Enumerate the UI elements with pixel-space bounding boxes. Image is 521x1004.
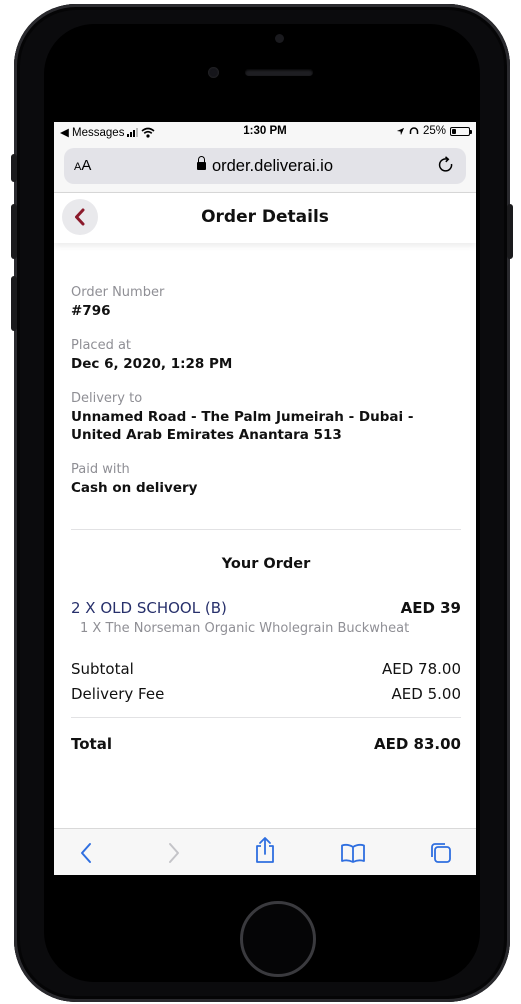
browser-toolbar <box>54 828 476 875</box>
page-title: Order Details <box>201 207 329 227</box>
url-display[interactable]: order.deliverai.io <box>64 156 466 176</box>
location-arrow-icon <box>396 127 405 135</box>
total-label: Total <box>71 735 112 753</box>
volume-down-button <box>11 276 17 331</box>
placed-at-label: Placed at <box>71 338 132 353</box>
page-header: Order Details <box>54 193 476 243</box>
delivery-to-value: Unnamed Road - The Palm Jumeirah - Dubai… <box>71 409 414 443</box>
total-value: AED 83.00 <box>374 735 461 753</box>
share-icon <box>256 837 274 863</box>
volume-up-button <box>11 204 17 259</box>
placed-at-value: Dec 6, 2020, 1:28 PM <box>71 356 233 372</box>
order-item-price: AED 39 <box>400 599 461 617</box>
delivery-fee-label: Delivery Fee <box>71 685 165 703</box>
address-bar[interactable]: AA order.deliverai.io <box>64 148 466 184</box>
paid-with-label: Paid with <box>71 462 130 477</box>
url-text: order.deliverai.io <box>211 157 334 175</box>
browser-bar: AA order.deliverai.io <box>54 142 476 193</box>
screen: ◀ Messages 1:30 PM 25% AA order.delivera… <box>54 122 476 875</box>
lock-icon <box>196 156 206 170</box>
browser-forward-button[interactable] <box>161 840 187 866</box>
reload-icon[interactable] <box>436 155 456 175</box>
browser-back-button[interactable] <box>73 840 99 866</box>
divider <box>71 529 461 530</box>
mute-switch <box>11 154 17 182</box>
front-camera <box>275 34 284 43</box>
delivery-fee-value: AED 5.00 <box>391 685 461 703</box>
proximity-sensor <box>208 67 219 78</box>
tabs-button[interactable] <box>428 840 454 866</box>
chevron-left-icon <box>81 843 91 863</box>
share-button[interactable] <box>252 837 278 863</box>
power-button <box>507 204 513 259</box>
paid-with-field: Paid with Cash on delivery <box>71 462 461 497</box>
order-number-value: #796 <box>71 303 111 319</box>
divider <box>71 717 461 718</box>
your-order-title: Your Order <box>221 556 311 572</box>
battery-icon <box>450 126 472 136</box>
battery-level <box>452 128 456 134</box>
paid-with-value: Cash on delivery <box>71 480 198 496</box>
book-icon <box>341 843 365 863</box>
status-bar: ◀ Messages 1:30 PM 25% <box>54 122 476 142</box>
home-button[interactable] <box>240 901 316 977</box>
order-number-field: Order Number #796 <box>71 285 461 320</box>
status-right: 25% <box>396 125 472 137</box>
placed-at-field: Placed at Dec 6, 2020, 1:28 PM <box>71 338 461 373</box>
order-item-name: 2 X OLD SCHOOL (B) <box>71 599 227 617</box>
delivery-to-field: Delivery to Unnamed Road - The Palm Jume… <box>71 391 461 444</box>
chevron-right-icon <box>169 843 179 863</box>
earpiece-speaker <box>245 69 313 76</box>
order-number-label: Order Number <box>71 285 165 300</box>
subtotal-value: AED 78.00 <box>382 660 461 678</box>
subtotal-label: Subtotal <box>71 660 134 678</box>
bookmarks-button[interactable] <box>340 840 366 866</box>
battery-percent: 25% <box>422 125 446 137</box>
tabs-icon <box>431 843 451 863</box>
headphones-icon <box>409 127 419 134</box>
order-item-option: 1 X The Norseman Organic Wholegrain Buck… <box>80 621 410 636</box>
delivery-to-label: Delivery to <box>71 391 143 406</box>
